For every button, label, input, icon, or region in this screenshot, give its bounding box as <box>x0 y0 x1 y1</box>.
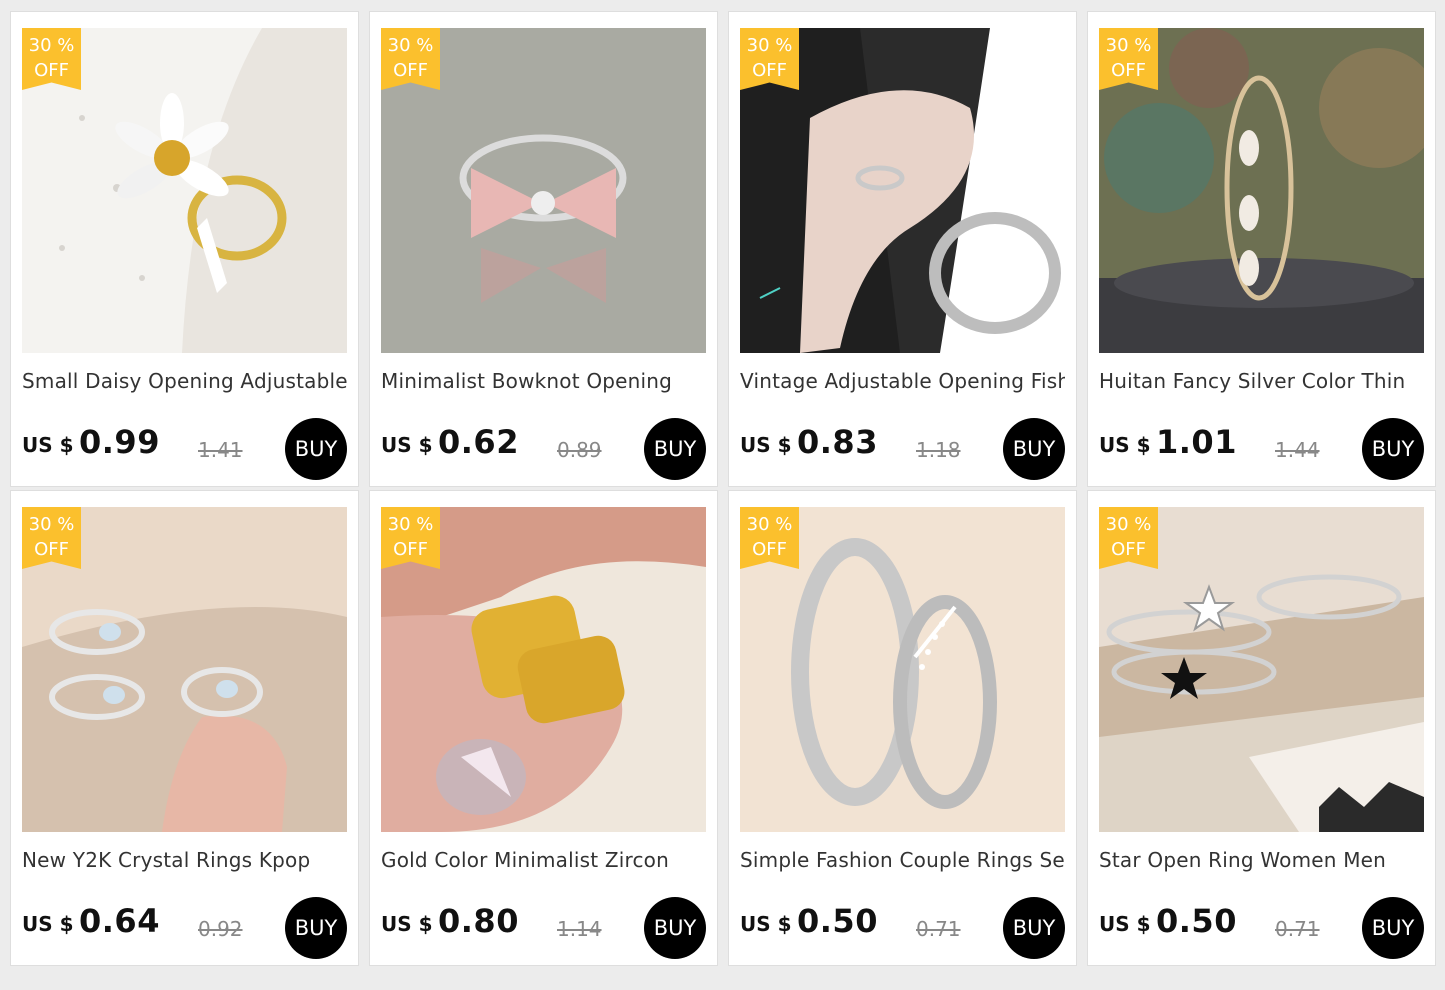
sale-price: 0.62 <box>438 423 519 461</box>
product-card[interactable]: 30 % OFF New Y2K Crystal Rings Kpop US $… <box>10 490 359 966</box>
product-card[interactable]: 30 % OFF Small Daisy Opening Adjustable … <box>10 11 359 487</box>
discount-badge: 30 % OFF <box>740 507 799 569</box>
product-title[interactable]: Star Open Ring Women Men <box>1099 848 1424 872</box>
discount-badge: 30 % OFF <box>22 28 81 90</box>
product-image[interactable]: 30 % OFF <box>1099 507 1424 832</box>
sale-price: 0.99 <box>79 423 160 461</box>
currency-label: US $ <box>740 912 792 936</box>
original-price: 1.41 <box>198 438 243 462</box>
original-price: 0.71 <box>1275 917 1320 941</box>
product-grid: 30 % OFF Small Daisy Opening Adjustable … <box>10 11 1436 966</box>
price-row: US $ 0.80 1.14 BUY <box>381 897 706 963</box>
original-price: 1.44 <box>1275 438 1320 462</box>
discount-off-label: OFF <box>752 539 787 560</box>
discount-badge: 30 % OFF <box>1099 28 1158 90</box>
sale-price: 0.80 <box>438 902 519 940</box>
original-price: 0.89 <box>557 438 602 462</box>
discount-percent: 30 % <box>387 514 434 535</box>
discount-badge: 30 % OFF <box>381 507 440 569</box>
buy-button[interactable]: BUY <box>1003 418 1065 480</box>
sale-price: 0.50 <box>1156 902 1237 940</box>
discount-off-label: OFF <box>34 539 69 560</box>
currency-label: US $ <box>1099 912 1151 936</box>
sale-price: 0.64 <box>79 902 160 940</box>
product-title[interactable]: Huitan Fancy Silver Color Thin <box>1099 369 1424 393</box>
currency-label: US $ <box>740 433 792 457</box>
discount-percent: 30 % <box>746 35 793 56</box>
currency-label: US $ <box>22 433 74 457</box>
product-title[interactable]: New Y2K Crystal Rings Kpop <box>22 848 347 872</box>
price-row: US $ 0.62 0.89 BUY <box>381 418 706 484</box>
discount-percent: 30 % <box>1105 35 1152 56</box>
product-image[interactable]: 30 % OFF <box>740 28 1065 353</box>
currency-label: US $ <box>381 433 433 457</box>
product-title[interactable]: Simple Fashion Couple Rings Set <box>740 848 1065 872</box>
buy-button[interactable]: BUY <box>644 897 706 959</box>
buy-button[interactable]: BUY <box>1362 897 1424 959</box>
price-row: US $ 0.50 0.71 BUY <box>1099 897 1424 963</box>
product-image[interactable]: 30 % OFF <box>381 28 706 353</box>
product-card[interactable]: 30 % OFF Gold Color Minimalist Zircon US… <box>369 490 718 966</box>
discount-off-label: OFF <box>393 539 428 560</box>
product-title[interactable]: Minimalist Bowknot Opening <box>381 369 706 393</box>
discount-off-label: OFF <box>752 60 787 81</box>
currency-label: US $ <box>1099 433 1151 457</box>
product-title[interactable]: Gold Color Minimalist Zircon <box>381 848 706 872</box>
discount-badge: 30 % OFF <box>1099 507 1158 569</box>
discount-off-label: OFF <box>393 60 428 81</box>
discount-off-label: OFF <box>34 60 69 81</box>
original-price: 0.92 <box>198 917 243 941</box>
price-row: US $ 0.50 0.71 BUY <box>740 897 1065 963</box>
product-image[interactable]: 30 % OFF <box>22 507 347 832</box>
price-row: US $ 0.83 1.18 BUY <box>740 418 1065 484</box>
product-card[interactable]: 30 % OFF Vintage Adjustable Opening Fish… <box>728 11 1077 487</box>
product-card[interactable]: 30 % OFF Star Open Ring Women Men US $ 0… <box>1087 490 1436 966</box>
product-title[interactable]: Vintage Adjustable Opening Fish <box>740 369 1065 393</box>
price-row: US $ 0.64 0.92 BUY <box>22 897 347 963</box>
product-card[interactable]: 30 % OFF Minimalist Bowknot Opening US $… <box>369 11 718 487</box>
buy-button[interactable]: BUY <box>1362 418 1424 480</box>
price-row: US $ 1.01 1.44 BUY <box>1099 418 1424 484</box>
original-price: 1.14 <box>557 917 602 941</box>
original-price: 1.18 <box>916 438 961 462</box>
original-price: 0.71 <box>916 917 961 941</box>
discount-off-label: OFF <box>1111 60 1146 81</box>
product-image[interactable]: 30 % OFF <box>22 28 347 353</box>
sale-price: 0.50 <box>797 902 878 940</box>
discount-percent: 30 % <box>28 35 75 56</box>
discount-percent: 30 % <box>387 35 434 56</box>
sale-price: 1.01 <box>1156 423 1237 461</box>
product-image[interactable]: 30 % OFF <box>740 507 1065 832</box>
product-card[interactable]: 30 % OFF Huitan Fancy Silver Color Thin … <box>1087 11 1436 487</box>
price-row: US $ 0.99 1.41 BUY <box>22 418 347 484</box>
currency-label: US $ <box>22 912 74 936</box>
discount-percent: 30 % <box>746 514 793 535</box>
product-title[interactable]: Small Daisy Opening Adjustable <box>22 369 347 393</box>
product-image[interactable]: 30 % OFF <box>381 507 706 832</box>
buy-button[interactable]: BUY <box>1003 897 1065 959</box>
discount-percent: 30 % <box>28 514 75 535</box>
product-image[interactable]: 30 % OFF <box>1099 28 1424 353</box>
buy-button[interactable]: BUY <box>285 418 347 480</box>
currency-label: US $ <box>381 912 433 936</box>
discount-badge: 30 % OFF <box>22 507 81 569</box>
discount-badge: 30 % OFF <box>381 28 440 90</box>
buy-button[interactable]: BUY <box>644 418 706 480</box>
sale-price: 0.83 <box>797 423 878 461</box>
discount-percent: 30 % <box>1105 514 1152 535</box>
product-card[interactable]: 30 % OFF Simple Fashion Couple Rings Set… <box>728 490 1077 966</box>
discount-off-label: OFF <box>1111 539 1146 560</box>
discount-badge: 30 % OFF <box>740 28 799 90</box>
buy-button[interactable]: BUY <box>285 897 347 959</box>
